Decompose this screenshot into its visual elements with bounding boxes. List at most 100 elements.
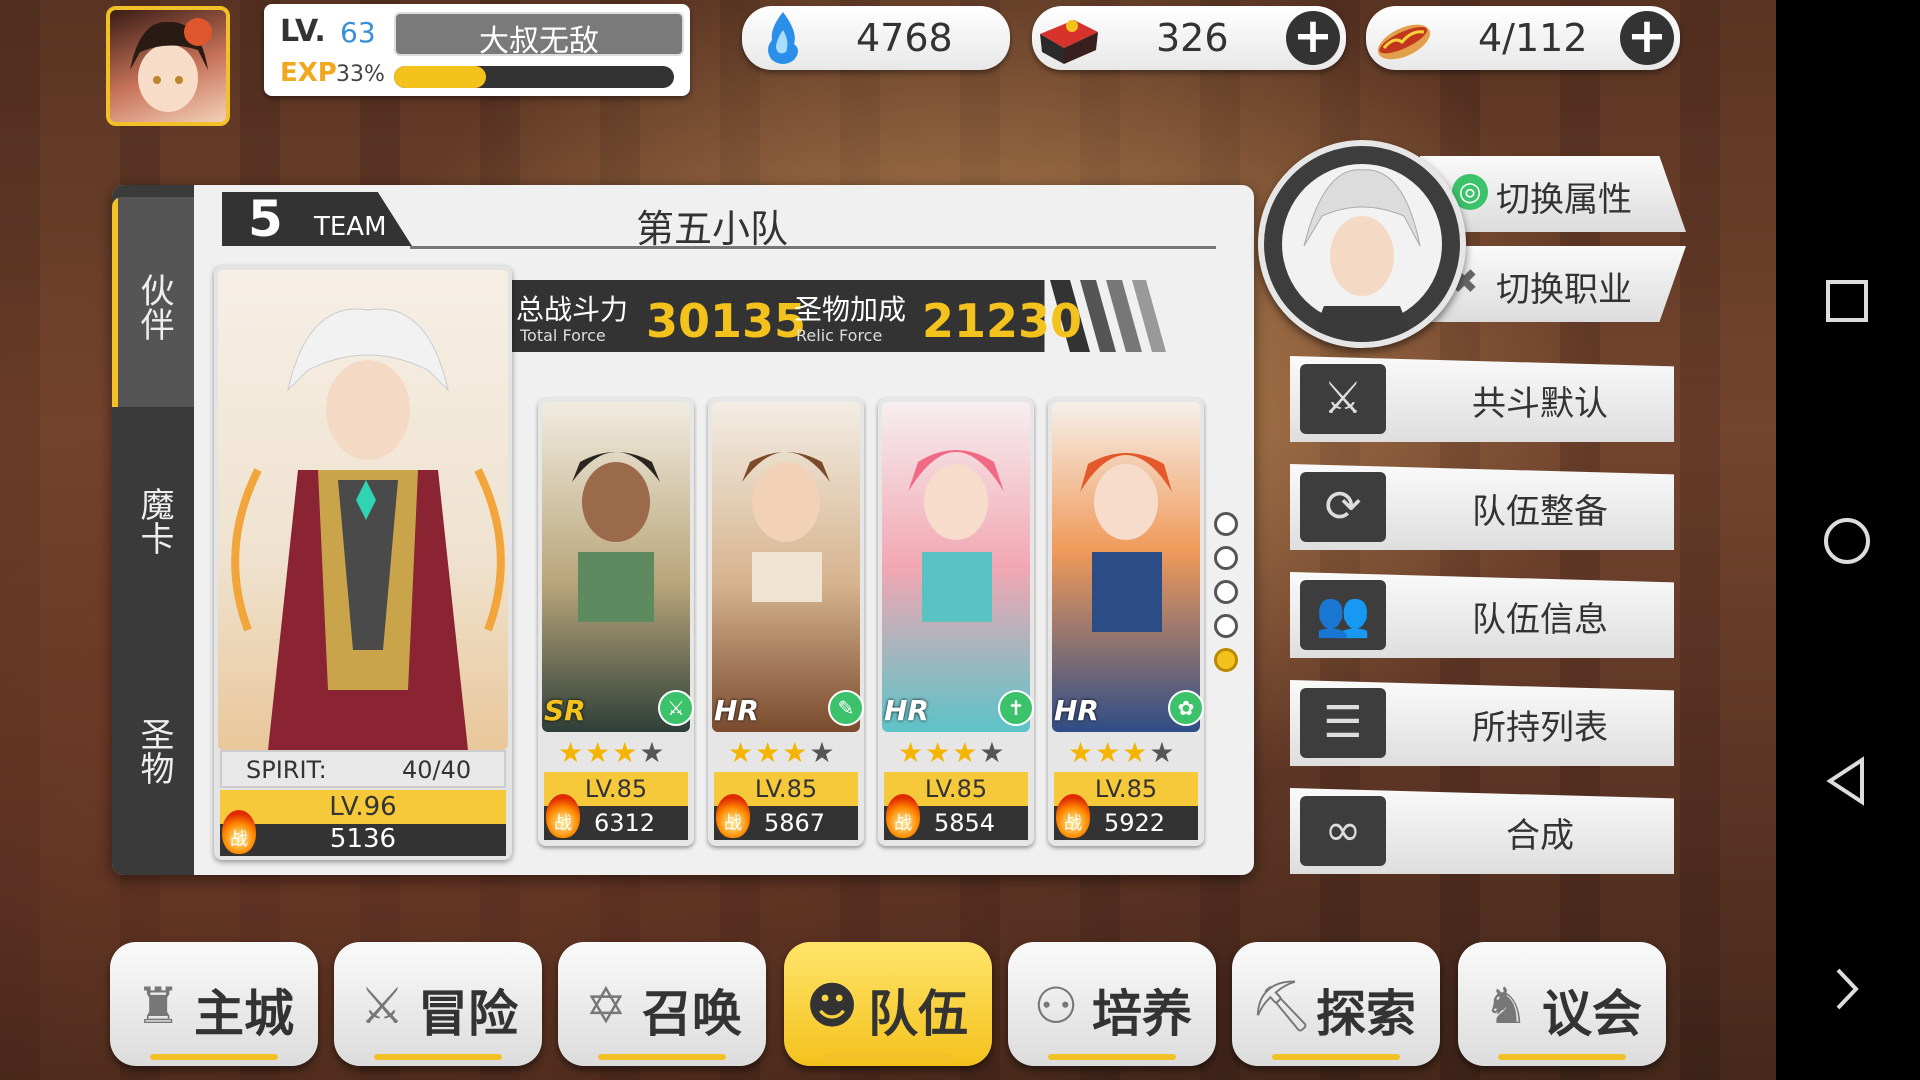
page-dot[interactable] bbox=[1214, 546, 1238, 570]
star-icons: ★★★ bbox=[898, 736, 980, 769]
level-value: 63 bbox=[340, 16, 376, 49]
nav-adventure[interactable]: ⚔ 冒险 bbox=[334, 942, 542, 1066]
page-dot-active[interactable] bbox=[1214, 648, 1238, 672]
leader-portrait bbox=[218, 270, 508, 750]
nav-main-city-label: 主城 bbox=[194, 985, 294, 1043]
add-chest-button[interactable]: + bbox=[1286, 11, 1340, 65]
player-info-panel: LV. 63 大叔无敌 EXP 33% bbox=[264, 4, 690, 96]
star-rating: ★★★★ bbox=[1068, 736, 1176, 769]
blue-flame-icon bbox=[768, 12, 798, 64]
star-empty-icon: ★ bbox=[639, 736, 667, 769]
page-dot[interactable] bbox=[1214, 580, 1238, 604]
leader-card[interactable]: SPIRIT: 40/40 LV.96 5136 战 bbox=[214, 266, 512, 860]
nav-summon[interactable]: ✡ 召唤 bbox=[558, 942, 766, 1066]
side-tab-relics[interactable]: 圣物 bbox=[112, 655, 194, 865]
side-tabs: 伙伴 魔卡 圣物 bbox=[112, 185, 194, 875]
swords-icon: ⚔ bbox=[359, 977, 405, 1035]
power-flame-icon: 战 bbox=[1056, 794, 1090, 838]
nav-explore-label: 探索 bbox=[1316, 985, 1416, 1043]
star-empty-icon: ★ bbox=[809, 736, 837, 769]
hotdog-icon bbox=[1377, 24, 1431, 60]
synthesis-label: 合成 bbox=[1506, 816, 1574, 856]
infinity-icon: ∞ bbox=[1300, 796, 1386, 866]
ranger-type-icon: ✎ bbox=[828, 690, 864, 726]
member-portrait bbox=[1052, 402, 1200, 732]
power-flame-icon: 战 bbox=[716, 794, 750, 838]
crystal-value: 4768 bbox=[856, 16, 953, 60]
team-number: 5 bbox=[248, 190, 283, 248]
resource-stamina[interactable]: 4/112 + bbox=[1366, 6, 1680, 70]
page-dot[interactable] bbox=[1214, 512, 1238, 536]
team-prepare-button[interactable]: ⟳ 队伍整备 bbox=[1290, 464, 1674, 550]
power-icon-text: 战 bbox=[1064, 813, 1082, 834]
warrior-type-icon: ⚔ bbox=[658, 690, 694, 726]
power-icon-text: 战 bbox=[724, 813, 742, 834]
system-nav-bar bbox=[1776, 0, 1920, 1080]
member-card-2[interactable]: HR ✎ ★★★★ LV.85 5867 战 bbox=[708, 398, 864, 846]
summon-star-icon: ✡ bbox=[585, 977, 627, 1035]
home-icon[interactable] bbox=[1822, 516, 1872, 566]
team-mask-icon: ☻ bbox=[805, 977, 859, 1035]
side-tab-partners[interactable]: 伙伴 bbox=[112, 197, 194, 407]
total-force-value: 30135 bbox=[646, 294, 807, 348]
nav-team[interactable]: ☻ 队伍 bbox=[784, 942, 992, 1066]
chest-value: 326 bbox=[1156, 16, 1229, 60]
player-avatar[interactable] bbox=[106, 6, 230, 126]
member-card-3[interactable]: HR ✝ ★★★★ LV.85 5854 战 bbox=[878, 398, 1034, 846]
owned-list-button[interactable]: ☰ 所持列表 bbox=[1290, 680, 1674, 766]
member-card-1[interactable]: SR ⚔ ★★★★ LV.85 6312 战 bbox=[538, 398, 694, 846]
member-portrait bbox=[542, 402, 690, 732]
power-icon-text: 战 bbox=[554, 813, 572, 834]
team-name: 第五小队 bbox=[636, 207, 789, 251]
exp-percent: 33% bbox=[336, 62, 385, 87]
nav-adventure-label: 冒险 bbox=[418, 985, 518, 1043]
header-divider bbox=[410, 246, 1216, 249]
resource-crystal[interactable]: 4768 bbox=[742, 6, 1010, 70]
member-card-4[interactable]: HR ✿ ★★★★ LV.85 5922 战 bbox=[1048, 398, 1204, 846]
nav-council[interactable]: ♞ 议会 bbox=[1458, 942, 1666, 1066]
switch-job-label: 切换职业 bbox=[1496, 270, 1632, 310]
level-label: LV. bbox=[280, 14, 326, 49]
co-op-default-label: 共斗默认 bbox=[1472, 384, 1608, 424]
spirit-label: SPIRIT: bbox=[246, 756, 327, 784]
side-tab-cards[interactable]: 魔卡 bbox=[112, 425, 194, 635]
star-empty-icon: ★ bbox=[979, 736, 1007, 769]
team-prepare-label: 队伍整备 bbox=[1472, 492, 1608, 532]
team-label: TEAM bbox=[314, 212, 387, 242]
leader-power: 5136 bbox=[329, 824, 397, 854]
leader-level-bar: LV.96 bbox=[220, 790, 506, 824]
player-name-box: 大叔无敌 bbox=[394, 12, 684, 59]
power-flame-icon: 战 bbox=[886, 794, 920, 838]
star-rating: ★★★★ bbox=[898, 736, 1006, 769]
synthesis-button[interactable]: ∞ 合成 bbox=[1290, 788, 1674, 874]
co-op-default-button[interactable]: ⚔ 共斗默认 bbox=[1290, 356, 1674, 442]
switch-attribute-label: 切换属性 bbox=[1496, 180, 1632, 220]
treasure-chest-icon bbox=[1040, 20, 1098, 64]
recent-apps-icon[interactable] bbox=[1822, 276, 1872, 326]
resource-chest[interactable]: 326 + bbox=[1032, 6, 1346, 70]
exp-label: EXP bbox=[280, 58, 337, 88]
side-tab-partners-label: 伙伴 bbox=[134, 273, 174, 341]
star-icons: ★★★ bbox=[728, 736, 810, 769]
page-dot[interactable] bbox=[1214, 614, 1238, 638]
nav-explore[interactable]: ⛏ 探索 bbox=[1232, 942, 1440, 1066]
castle-icon: ♜ bbox=[135, 977, 181, 1035]
team-info-label: 队伍信息 bbox=[1472, 600, 1608, 640]
nav-team-label: 队伍 bbox=[868, 985, 968, 1043]
nav-main-city[interactable]: ♜ 主城 bbox=[110, 942, 318, 1066]
leader-avatar-circle[interactable] bbox=[1258, 140, 1466, 348]
total-force-label: 总战斗力 bbox=[516, 293, 629, 326]
crossed-swords-icon: ⚔ bbox=[1300, 364, 1386, 434]
star-icons: ★★★ bbox=[558, 736, 640, 769]
back-icon[interactable] bbox=[1822, 756, 1872, 806]
member-portrait bbox=[882, 402, 1030, 732]
rarity-badge: HR bbox=[1054, 694, 1099, 727]
chevron-right-icon[interactable] bbox=[1822, 964, 1872, 1014]
add-stamina-button[interactable]: + bbox=[1620, 11, 1674, 65]
power-icon-text: 战 bbox=[230, 829, 248, 850]
nav-train[interactable]: ⚇ 培养 bbox=[1008, 942, 1216, 1066]
team-info-button[interactable]: 👥 队伍信息 bbox=[1290, 572, 1674, 658]
support-type-icon: ✿ bbox=[1168, 690, 1204, 726]
side-tab-relics-label: 圣物 bbox=[134, 717, 174, 785]
exp-bar bbox=[394, 66, 674, 88]
